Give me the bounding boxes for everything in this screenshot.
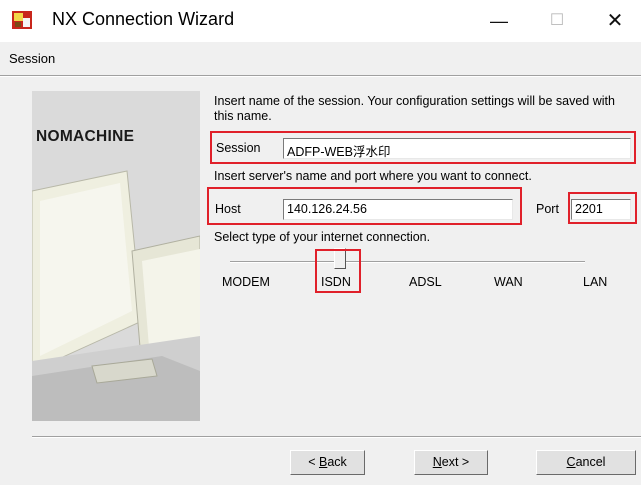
wizard-body: Session NOMACHINE Insert name of the ses… [0,42,641,485]
connection-option-wan: WAN [494,275,523,289]
nomachine-logo: NOMACHINE [36,128,135,145]
server-instruction: Insert server's name and port where you … [214,169,532,183]
close-button[interactable]: ✕ [592,0,638,42]
page-title: Session [9,51,56,66]
back-button-prefix: < [308,455,319,469]
highlight-isdn [315,249,361,293]
nx-app-icon [12,11,32,29]
monitors-illustration [32,170,200,421]
window-title: NX Connection Wizard [52,9,235,29]
cancel-button-label: ancel [575,455,606,469]
cancel-button-mnemonic: C [566,455,576,469]
cancel-button[interactable]: Cancel [536,450,636,475]
back-button-label: ack [327,455,347,469]
next-button-mnemonic: N [432,455,442,469]
connection-instruction: Select type of your internet connection. [214,230,431,244]
next-button[interactable]: Next > [414,450,488,475]
session-instruction: Insert name of the session. Your configu… [214,94,615,123]
connection-option-adsl: ADSL [409,275,442,289]
highlight-port [568,192,637,224]
title-bar: NX Connection Wizard — ☐ ✕ [0,0,641,42]
connection-option-modem: MODEM [222,275,270,289]
back-button[interactable]: < Back [290,450,365,475]
wizard-header: Session [0,42,641,75]
minimize-button[interactable]: — [476,0,522,42]
footer-divider-highlight [32,437,641,438]
maximize-button[interactable]: ☐ [534,0,580,42]
highlight-session [210,131,636,164]
next-button-label: ext > [441,455,470,469]
header-divider-highlight [0,76,641,77]
highlight-host [207,187,522,225]
connection-slider-track-highlight [230,262,585,263]
port-label: Port [536,202,559,216]
connection-option-lan: LAN [583,275,608,289]
side-illustration: NOMACHINE [32,91,200,421]
